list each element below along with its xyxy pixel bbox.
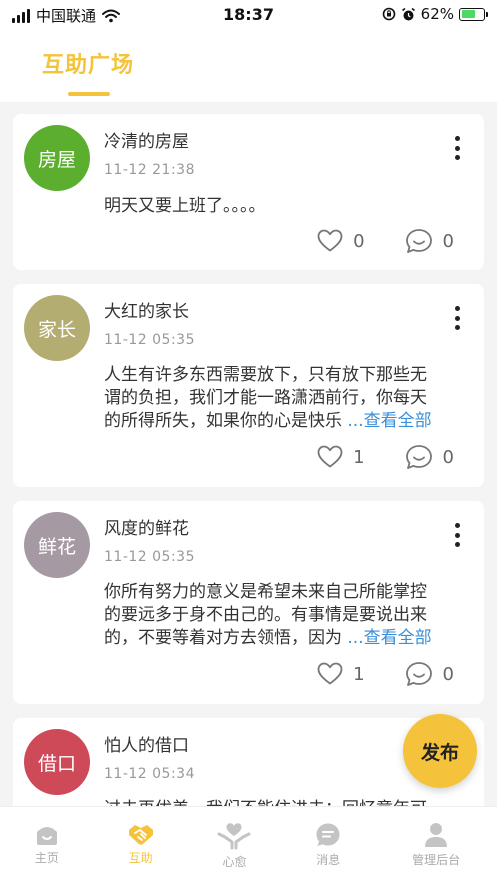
status-right: 62% [382, 5, 488, 23]
post-content-line: 过去再优美，我们不能住进去；回忆童年可 [104, 798, 474, 806]
rotation-lock-icon [382, 7, 395, 21]
post-time: 11-12 05:35 [104, 332, 195, 348]
comment-button[interactable]: 0 [405, 661, 454, 687]
post-content-line: 的所得所失，如果你的心是快乐 [104, 411, 342, 431]
alarm-icon [401, 7, 415, 20]
more-options-icon[interactable] [454, 306, 460, 330]
publish-button[interactable]: 发布 [403, 714, 477, 788]
admin-user-icon [425, 823, 448, 847]
like-count: 1 [353, 663, 365, 685]
title-underline [68, 92, 110, 96]
post-author-name[interactable]: 冷清的房屋 [104, 127, 189, 152]
post-actions: 1 0 [317, 661, 454, 687]
tab-label: 心愈 [222, 855, 247, 869]
post-content[interactable]: 人生有许多东西需要放下，只有放下那些无 谓的负担，我们才能一路潇洒前行，你每天 … [104, 364, 474, 433]
status-bar: 中国联通 18:37 62% [0, 0, 497, 30]
tab-healing[interactable]: 心愈 [188, 807, 282, 883]
header: 互助广场 [0, 30, 497, 102]
post-content-line: 的要远多于身不由己的。有事情是要说出来 [104, 605, 427, 625]
like-count: 0 [353, 230, 365, 252]
tab-mutual-help[interactable]: 互助 [94, 807, 188, 883]
post-content-line: 的，不要等着对方去领悟，因为 [104, 628, 342, 648]
tab-home[interactable]: 主页 [0, 807, 94, 883]
post-content[interactable]: 明天又要上班了。。。。 [104, 195, 474, 218]
comment-button[interactable]: 0 [405, 228, 454, 254]
view-all-link[interactable]: ...查看全部 [347, 411, 431, 431]
home-icon [36, 827, 57, 845]
like-button[interactable]: 1 [317, 445, 365, 469]
tab-admin[interactable]: 管理后台 [375, 807, 497, 883]
comment-button[interactable]: 0 [405, 444, 454, 470]
battery-icon [459, 7, 488, 21]
avatar[interactable]: 鲜花 [24, 512, 90, 578]
handshake-icon [128, 825, 153, 845]
post-author-name[interactable]: 风度的鲜花 [104, 514, 189, 539]
post-content-line: 你所有努力的意义是希望未来自己所能掌控 [104, 582, 427, 602]
more-options-icon[interactable] [454, 136, 460, 160]
heart-icon [317, 445, 343, 468]
post-author-name[interactable]: 怕人的借口 [104, 731, 189, 756]
post-content-line: 谓的负担，我们才能一路潇洒前行，你每天 [104, 388, 427, 408]
tab-label: 管理后台 [412, 853, 461, 867]
tab-label: 互助 [128, 851, 153, 865]
tab-messages[interactable]: 消息 [281, 807, 375, 883]
post-time: 11-12 05:35 [104, 549, 195, 565]
post-feed[interactable]: 房屋 冷清的房屋 11-12 21:38 明天又要上班了。。。。 0 0 家长 … [0, 102, 497, 806]
comment-count: 0 [442, 446, 454, 468]
comment-icon [405, 229, 432, 253]
heart-hands-icon [217, 823, 251, 850]
tab-label: 消息 [316, 853, 341, 867]
comment-count: 0 [442, 230, 454, 252]
like-button[interactable]: 0 [317, 229, 365, 253]
view-all-link[interactable]: ...查看全部 [347, 628, 431, 648]
post-actions: 1 0 [317, 444, 454, 470]
post-card[interactable]: 房屋 冷清的房屋 11-12 21:38 明天又要上班了。。。。 0 0 [13, 114, 484, 270]
post-content[interactable]: 过去再优美，我们不能住进去；回忆童年可 [104, 798, 474, 806]
bottom-tab-bar: 主页 互助 心愈 消息 管理后台 [0, 806, 497, 883]
post-time: 11-12 21:38 [104, 162, 195, 178]
message-icon [316, 823, 340, 846]
avatar[interactable]: 借口 [24, 729, 90, 795]
avatar[interactable]: 房屋 [24, 125, 90, 191]
tab-label: 主页 [34, 851, 59, 865]
post-content-line: 明天又要上班了。。。。 [104, 196, 266, 216]
post-time: 11-12 05:34 [104, 766, 195, 782]
more-options-icon[interactable] [454, 523, 460, 547]
post-author-name[interactable]: 大红的家长 [104, 297, 189, 322]
post-card[interactable]: 鲜花 风度的鲜花 11-12 05:35 你所有努力的意义是希望未来自己所能掌控… [13, 501, 484, 704]
heart-icon [317, 229, 343, 252]
comment-icon [405, 662, 432, 686]
post-content[interactable]: 你所有努力的意义是希望未来自己所能掌控 的要远多于身不由己的。有事情是要说出来 … [104, 581, 474, 650]
heart-icon [317, 662, 343, 685]
comment-count: 0 [442, 663, 454, 685]
like-count: 1 [353, 446, 365, 468]
avatar[interactable]: 家长 [24, 295, 90, 361]
comment-icon [405, 445, 432, 469]
like-button[interactable]: 1 [317, 662, 365, 686]
post-actions: 0 0 [317, 228, 454, 254]
page-title: 互助广场 [42, 53, 135, 78]
post-content-line: 人生有许多东西需要放下，只有放下那些无 [104, 365, 427, 385]
post-card[interactable]: 家长 大红的家长 11-12 05:35 人生有许多东西需要放下，只有放下那些无… [13, 284, 484, 487]
battery-percent: 62% [420, 5, 454, 23]
